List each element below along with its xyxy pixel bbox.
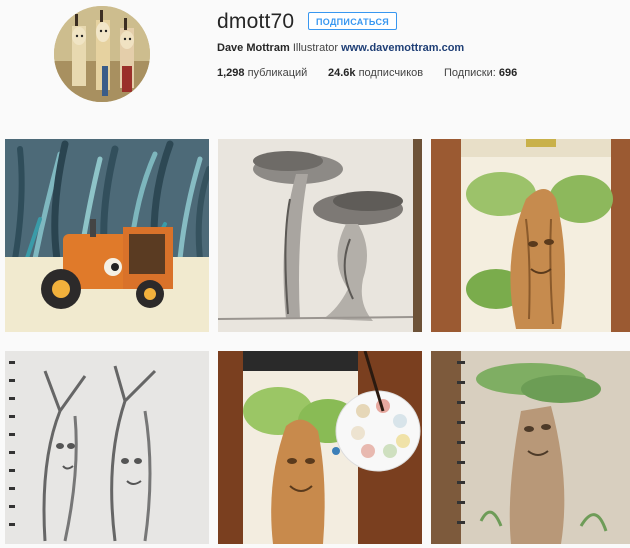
profile-avatar[interactable]: [54, 6, 150, 102]
post-thumbnail[interactable]: [5, 139, 209, 332]
post-thumbnail[interactable]: [5, 351, 209, 544]
posts-count: 1,298: [217, 67, 245, 79]
posts-label: публикаций: [247, 67, 308, 79]
stat-posts: 1,298 публикаций: [217, 67, 307, 79]
username: dmott70: [217, 10, 295, 33]
post-thumbnail[interactable]: [431, 139, 630, 332]
bio-text: Illustrator: [292, 42, 339, 54]
followers-count: 24.6k: [328, 67, 356, 79]
post-thumbnail[interactable]: [431, 351, 630, 544]
post-thumbnail[interactable]: [218, 139, 422, 332]
stat-following[interactable]: Подписки: 696: [444, 67, 517, 79]
followers-label: подписчиков: [358, 67, 424, 79]
following-count: 696: [498, 67, 518, 79]
post-thumbnail[interactable]: [218, 351, 422, 544]
follow-button[interactable]: ПОДПИСАТЬСЯ: [308, 12, 398, 30]
following-label: Подписки:: [444, 67, 496, 79]
profile-bio: Dave Mottram Illustrator www.davemottram…: [217, 42, 464, 54]
website-link[interactable]: www.davemottram.com: [341, 42, 464, 54]
stat-followers[interactable]: 24.6k подписчиков: [328, 67, 423, 79]
full-name: Dave Mottram: [217, 42, 290, 54]
